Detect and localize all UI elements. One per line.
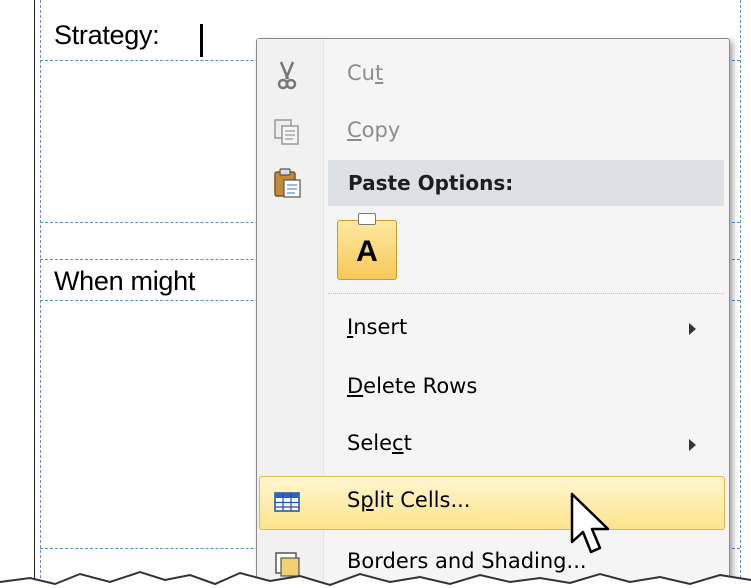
menu-item-copy[interactable]: Copy bbox=[257, 106, 729, 158]
paste-options-label: Paste Options: bbox=[348, 171, 514, 195]
menu-item-label: Split Cells... bbox=[347, 488, 471, 512]
menu-item-delete-rows[interactable]: Delete Rows bbox=[257, 362, 729, 414]
table-cell-text[interactable]: When might bbox=[54, 266, 195, 297]
torn-edge bbox=[0, 570, 751, 588]
paste-options-header: Paste Options: bbox=[328, 160, 724, 206]
menu-item-label: Select bbox=[347, 431, 412, 455]
table-border-left bbox=[40, 0, 41, 588]
table-cell-text[interactable]: Strategy: bbox=[54, 20, 160, 51]
paste-icon bbox=[274, 168, 301, 198]
screenshot-frame: Strategy: When might Cut Copy Paste Opti… bbox=[0, 0, 751, 588]
text-caret bbox=[200, 24, 203, 57]
copy-icon bbox=[274, 119, 299, 145]
context-menu: Cut Copy Paste Options: A Insert Delete … bbox=[256, 38, 730, 588]
mouse-pointer-icon bbox=[570, 492, 610, 554]
menu-separator bbox=[328, 293, 724, 294]
clipboard-clip bbox=[358, 213, 376, 225]
menu-item-label: Copy bbox=[347, 118, 401, 142]
paste-keep-text-only-button[interactable]: A bbox=[337, 213, 397, 280]
scissors-icon bbox=[277, 61, 297, 90]
menu-item-label: Delete Rows bbox=[347, 374, 478, 398]
keep-text-only-icon: A bbox=[356, 235, 378, 268]
menu-item-label: Cut bbox=[347, 61, 384, 85]
menu-item-cut[interactable]: Cut bbox=[257, 49, 729, 101]
split-cells-icon bbox=[274, 492, 300, 512]
table-border-right bbox=[740, 0, 741, 588]
submenu-arrow-icon bbox=[689, 323, 696, 335]
menu-item-select[interactable]: Select bbox=[257, 419, 729, 471]
menu-item-label: Insert bbox=[347, 315, 408, 339]
menu-item-insert[interactable]: Insert bbox=[257, 303, 729, 355]
menu-item-split-cells[interactable]: Split Cells... bbox=[257, 476, 729, 528]
submenu-arrow-icon bbox=[689, 439, 696, 451]
